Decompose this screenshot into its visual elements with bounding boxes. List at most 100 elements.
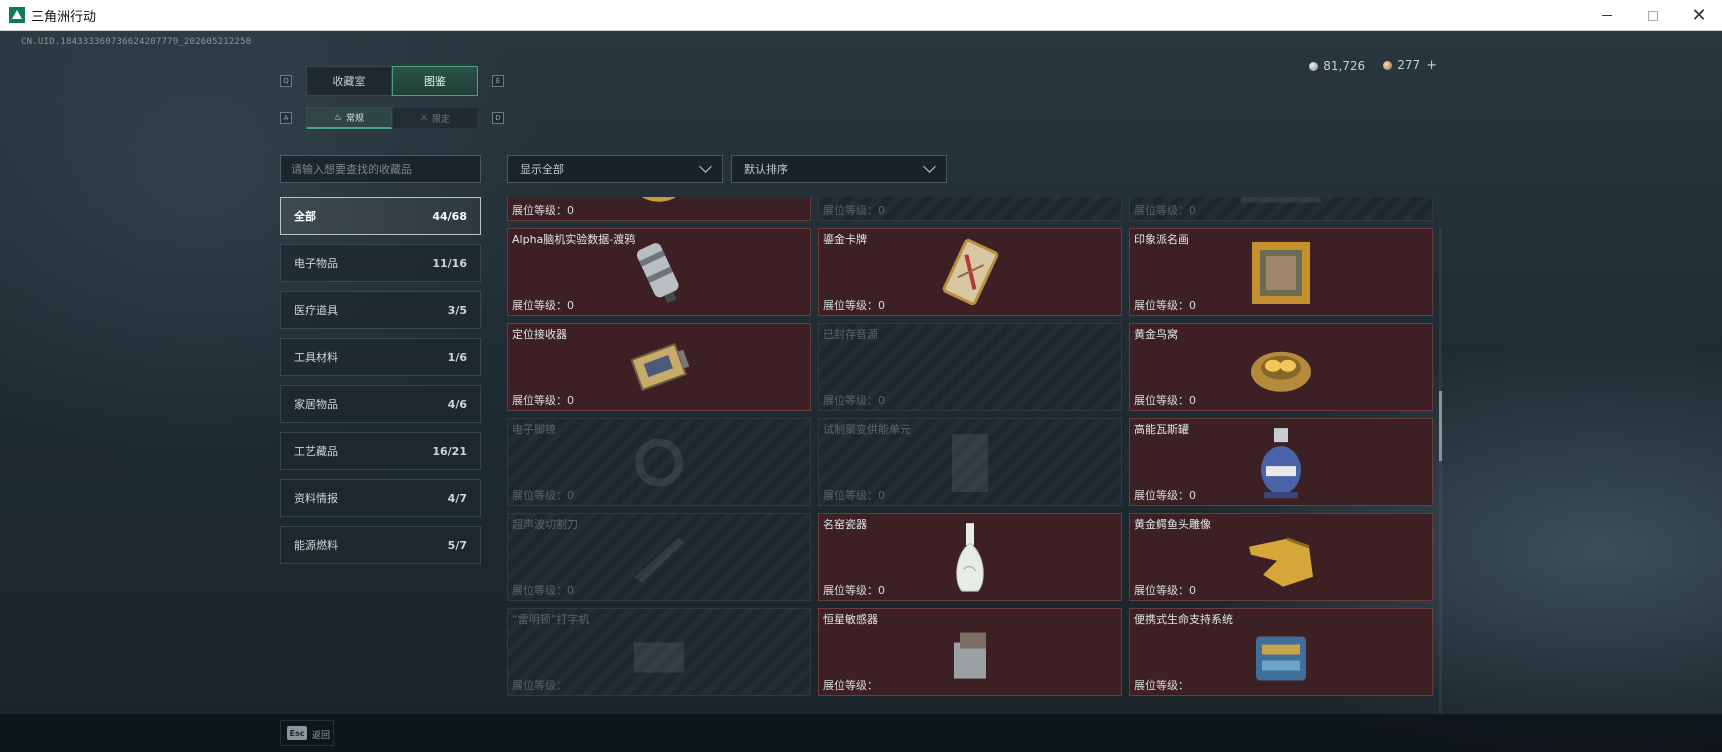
currency-bar: 81,726 277 + [1309, 58, 1437, 73]
maximize-button[interactable] [1630, 0, 1676, 31]
sort-value: 默认排序 [744, 163, 788, 176]
key-hint-q: Q [280, 75, 292, 87]
minimize-button[interactable] [1584, 0, 1630, 31]
sort-dropdown[interactable]: 默认排序 [731, 155, 947, 183]
level-value: 0 [567, 204, 574, 217]
level-label: 展位等级： [512, 394, 567, 407]
collection-item-card[interactable]: 展位等级：0 [507, 197, 811, 221]
category-count: 5/7 [447, 538, 467, 552]
silver-currency: 81,726 [1309, 59, 1365, 73]
item-image-shackle [629, 433, 689, 497]
collection-item-card[interactable]: 名窑瓷器 展位等级：0 [818, 513, 1122, 601]
crossed-swords-icon: ⚔ [419, 113, 429, 123]
item-display-level: 展位等级：0 [1134, 392, 1196, 408]
window-titlebar: 三角洲行动 ✕ [0, 0, 1722, 31]
collection-grid[interactable]: 展位等级：0 展位等级：0 展位等级：0 Alpha脑机实验数据-渡鸦 展位等级：0 鎏金… [507, 197, 1442, 716]
category-intel[interactable]: 资料情报 4/7 [280, 479, 481, 517]
item-name: 电子脚镣 [512, 423, 556, 436]
item-image-gilded-card [935, 238, 1005, 312]
item-display-level: 展位等级：0 [823, 202, 885, 218]
category-count: 11/16 [432, 256, 467, 270]
category-label: 医疗道具 [294, 304, 338, 317]
silver-coin-icon [1309, 61, 1319, 71]
category-count: 1/6 [447, 350, 467, 364]
level-label: 展位等级： [823, 489, 878, 502]
item-display-level: 展位等级：0 [823, 297, 885, 313]
category-all[interactable]: 全部 44/68 [280, 197, 481, 235]
level-label: 展位等级： [1134, 394, 1189, 407]
grid-scrollbar-track[interactable] [1439, 227, 1442, 715]
collection-item-card[interactable]: Alpha脑机实验数据-渡鸦 展位等级：0 [507, 228, 811, 316]
item-image-fusion-unit [940, 428, 1000, 502]
game-viewport: CN.UID.184333360736624207779_20260521225… [0, 31, 1722, 752]
level-value: 0 [878, 204, 885, 217]
category-count: 44/68 [432, 209, 467, 223]
item-display-level: 展位等级： [1134, 677, 1189, 693]
level-label: 展位等级： [512, 299, 567, 312]
category-count: 4/7 [447, 491, 467, 505]
item-name: 便携式生命支持系统 [1134, 613, 1233, 626]
collection-item-card[interactable]: 电子脚镣 展位等级：0 [507, 418, 811, 506]
tab-catalog[interactable]: 图鉴 [392, 66, 478, 96]
level-label: 展位等级： [512, 489, 567, 502]
collection-item-card[interactable]: 高能瓦斯罐 展位等级：0 [1129, 418, 1433, 506]
collection-item-card[interactable]: 定位接收器 展位等级：0 [507, 323, 811, 411]
category-count: 16/21 [432, 444, 467, 458]
item-name: 印象派名画 [1134, 233, 1189, 246]
category-crafts[interactable]: 工艺藏品 16/21 [280, 432, 481, 470]
category-sidebar: 全部 44/68 电子物品 11/16 医疗道具 3/5 工具材料 1/6 家居物品 4/… [280, 197, 481, 573]
item-name: 恒星敏感器 [823, 613, 878, 626]
key-hint-e: E [492, 75, 504, 87]
item-name: 试制聚变供能单元 [823, 423, 911, 436]
subtab-regular[interactable]: ♨ 常规 [306, 107, 392, 129]
item-display-level: 展位等级：0 [1134, 297, 1196, 313]
level-value: 0 [1189, 489, 1196, 502]
level-label: 展位等级： [823, 584, 878, 597]
item-display-level: 展位等级：0 [1134, 202, 1196, 218]
level-value: 0 [1189, 204, 1196, 217]
item-image-gold-watch [627, 197, 691, 214]
collection-item-card[interactable]: 黄金鳄鱼头雕像 展位等级：0 [1129, 513, 1433, 601]
main-tabs: 收藏室 图鉴 [306, 66, 478, 96]
category-electronics[interactable]: 电子物品 11/16 [280, 244, 481, 282]
collection-item-card[interactable]: 试制聚变供能单元 展位等级：0 [818, 418, 1122, 506]
collection-item-card[interactable]: 印象派名画展位等级：0 [1129, 228, 1433, 316]
item-image-crate [1236, 197, 1326, 212]
item-image-life-support [1248, 623, 1314, 687]
level-value: 0 [567, 299, 574, 312]
item-name: Alpha脑机实验数据-渡鸦 [512, 233, 636, 246]
category-energy[interactable]: 能源燃料 5/7 [280, 526, 481, 564]
subtab-regular-label: 常规 [346, 114, 365, 124]
search-input[interactable]: 请输入想要查找的收藏品 [280, 155, 481, 183]
category-label: 电子物品 [294, 257, 338, 270]
close-button[interactable]: ✕ [1676, 0, 1722, 31]
collection-item-card[interactable]: 已封存音源 展位等级：0 [818, 323, 1122, 411]
collection-item-card[interactable]: “雷明顿”打字机 展位等级： [507, 608, 811, 696]
category-label: 工具材料 [294, 351, 338, 364]
item-display-level: 展位等级：0 [823, 582, 885, 598]
level-label: 展位等级： [1134, 204, 1189, 217]
window-title: 三角洲行动 [31, 9, 97, 25]
collection-item-card[interactable]: 恒星敏感器 展位等级： [818, 608, 1122, 696]
level-value: 0 [567, 584, 574, 597]
level-label: 展位等级： [823, 394, 878, 407]
collection-item-card[interactable]: 超声波切割刀 展位等级：0 [507, 513, 811, 601]
subtab-limited[interactable]: ⚔ 限定 [392, 107, 478, 129]
category-household[interactable]: 家居物品 4/6 [280, 385, 481, 423]
collection-item-card[interactable]: 鎏金卡牌 展位等级：0 [818, 228, 1122, 316]
category-tools[interactable]: 工具材料 1/6 [280, 338, 481, 376]
collection-item-card[interactable]: 展位等级：0 [818, 197, 1122, 221]
item-image-gas-canister [1256, 426, 1306, 504]
tab-collection-room[interactable]: 收藏室 [306, 66, 392, 96]
gold-coin-icon [1383, 61, 1393, 70]
flame-icon: ♨ [333, 112, 343, 123]
collection-item-card[interactable]: 便携式生命支持系统 展位等级： [1129, 608, 1433, 696]
category-medical[interactable]: 医疗道具 3/5 [280, 291, 481, 329]
collection-item-card[interactable]: 黄金鸟窝 展位等级：0 [1129, 323, 1433, 411]
grid-scrollbar-thumb[interactable] [1439, 391, 1442, 461]
collection-item-card[interactable]: 展位等级：0 [1129, 197, 1433, 221]
display-filter-dropdown[interactable]: 显示全部 [507, 155, 723, 183]
add-currency-button[interactable]: + [1426, 58, 1437, 73]
level-value: 0 [878, 299, 885, 312]
level-label: 展位等级： [512, 584, 567, 597]
